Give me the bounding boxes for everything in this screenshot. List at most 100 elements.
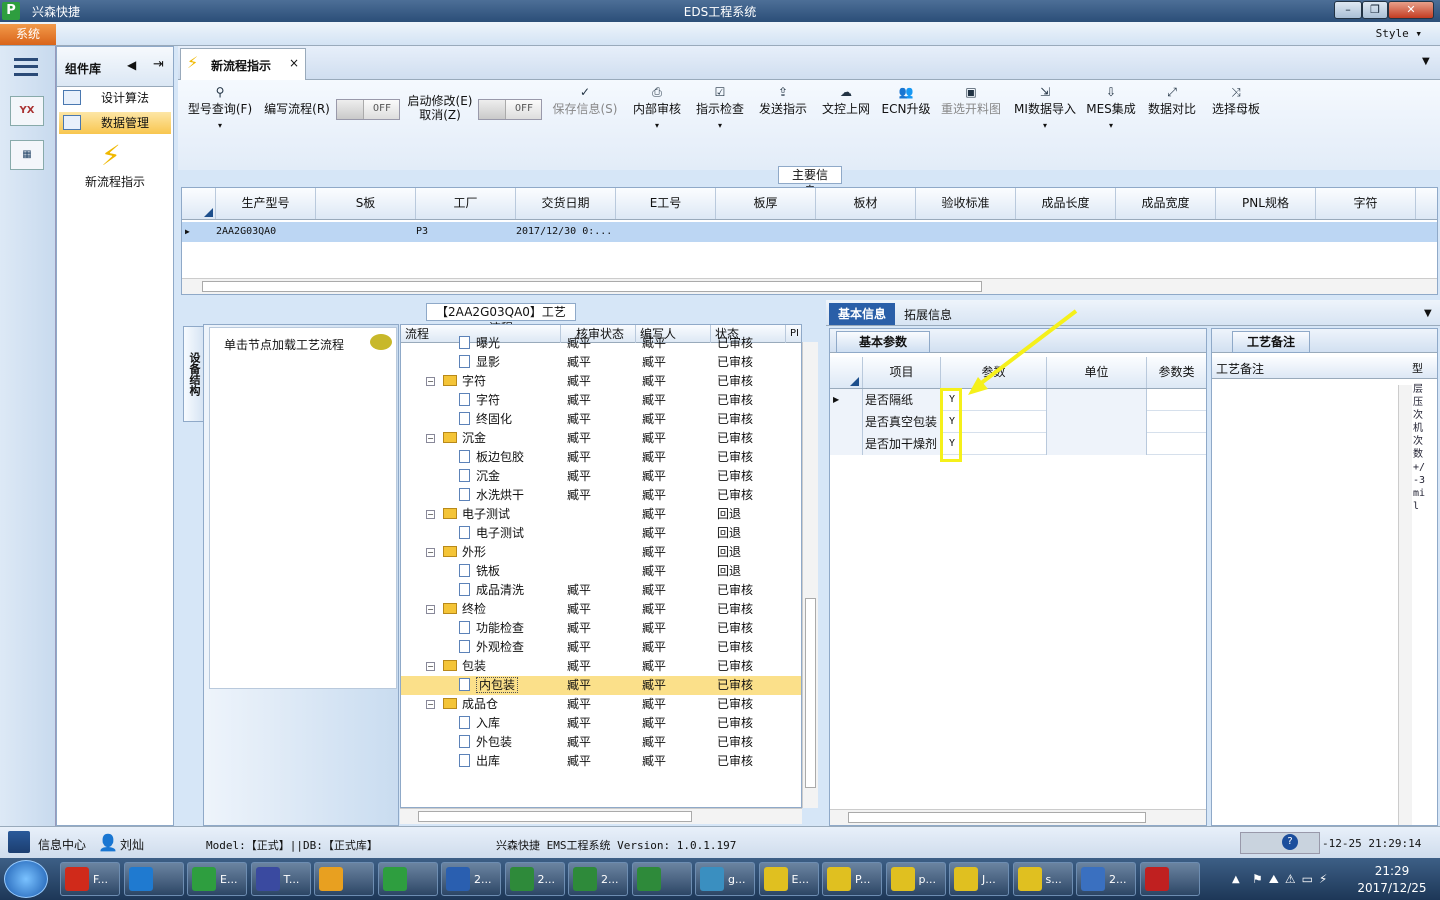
ecn-upgrade-button[interactable]: 👥 ECN升级 bbox=[880, 84, 932, 130]
tree-row[interactable]: 外包装 臧平 臧平 已审核 bbox=[401, 733, 801, 752]
notes-vertical-scrollbar[interactable] bbox=[1398, 385, 1412, 825]
tree-row[interactable]: 板边包胶 臧平 臧平 已审核 bbox=[401, 448, 801, 467]
param-row[interactable]: 是否真空包装 Y bbox=[830, 411, 1206, 433]
tree-row[interactable]: 字符 臧平 臧平 已审核 bbox=[401, 391, 801, 410]
start-button[interactable] bbox=[4, 860, 48, 898]
start-edit-button[interactable]: 启动修改(E) 取消(Z) bbox=[404, 94, 476, 140]
scroll-thumb[interactable] bbox=[848, 812, 1146, 823]
taskbar-item[interactable] bbox=[314, 862, 374, 896]
tree-row[interactable]: 铣板 臧平 回退 bbox=[401, 562, 801, 581]
tree-row[interactable]: 显影 臧平 臧平 已审核 bbox=[401, 353, 801, 372]
data-compare-button[interactable]: ⤢ 数据对比 bbox=[1144, 84, 1200, 130]
collapse-icon[interactable]: − bbox=[426, 605, 435, 614]
taskbar-item[interactable]: 2... bbox=[1076, 862, 1136, 896]
taskbar-item[interactable]: 2... bbox=[441, 862, 501, 896]
tree-row[interactable]: 曝光 臧平 臧平 已审核 bbox=[401, 334, 801, 353]
col-header[interactable]: E工号 bbox=[616, 188, 716, 219]
tray-expand-icon[interactable]: ▲ bbox=[1232, 874, 1240, 885]
col-header[interactable]: 工厂 bbox=[416, 188, 516, 219]
taskbar-item[interactable]: J... bbox=[949, 862, 1009, 896]
hamburger-menu-icon[interactable] bbox=[14, 58, 38, 76]
col-header[interactable]: 生产型号 bbox=[216, 188, 316, 219]
collapse-icon[interactable]: − bbox=[426, 548, 435, 557]
col-header[interactable]: 项目 bbox=[863, 357, 941, 388]
param-row[interactable]: 是否加干燥剂 Y bbox=[830, 433, 1206, 455]
scroll-thumb[interactable] bbox=[202, 281, 982, 292]
col-header[interactable]: 板材 bbox=[816, 188, 916, 219]
start-edit-toggle[interactable]: OFF bbox=[478, 99, 542, 120]
factory-icon[interactable]: YX bbox=[10, 96, 44, 126]
tree-row[interactable]: 沉金 臧平 臧平 已审核 bbox=[401, 467, 801, 486]
scroll-thumb[interactable] bbox=[418, 811, 692, 822]
subtab-basic-params[interactable]: 基本参数 bbox=[836, 331, 930, 353]
table-row[interactable]: ▶ 2AA2G03QA0 P3 2017/12/30 0:... bbox=[182, 222, 1437, 242]
write-flow-toggle[interactable]: OFF bbox=[336, 99, 400, 120]
pin-icon[interactable]: ⇥ bbox=[153, 57, 164, 72]
params-horizontal-scrollbar[interactable] bbox=[830, 809, 1206, 825]
tree-vertical-scrollbar[interactable] bbox=[802, 342, 818, 808]
taskbar-item[interactable]: T... bbox=[250, 862, 311, 896]
tree-row[interactable]: 字符 − 臧平 臧平 已审核 bbox=[401, 372, 801, 391]
side-tab-equipment[interactable]: 设备结构 bbox=[183, 326, 205, 422]
col-header[interactable]: 型 bbox=[1412, 360, 1423, 376]
mi-import-button[interactable]: ⇲ MI数据导入 ▾ bbox=[1012, 84, 1078, 130]
tree-row[interactable]: 电子测试 − 臧平 回退 bbox=[401, 505, 801, 524]
send-instruction-button[interactable]: ⇪ 发送指示 bbox=[756, 84, 810, 130]
taskbar-item[interactable]: p... bbox=[885, 862, 946, 896]
taskbar-item[interactable]: P... bbox=[822, 862, 882, 896]
col-header[interactable]: 成品长度 bbox=[1016, 188, 1116, 219]
comp-item-data-management[interactable]: 数据管理 bbox=[59, 112, 171, 134]
style-label[interactable]: Style ▾ bbox=[1376, 27, 1422, 40]
info-center-link[interactable]: 信息中心 bbox=[38, 836, 86, 853]
tab-basic-info[interactable]: 基本信息 bbox=[829, 303, 895, 325]
tab-close-icon[interactable]: × bbox=[289, 56, 299, 70]
close-button[interactable]: ✕ bbox=[1388, 1, 1434, 19]
mes-integration-button[interactable]: ⇩ MES集成 ▾ bbox=[1084, 84, 1138, 130]
col-header[interactable]: 工艺备注 bbox=[1216, 360, 1264, 377]
taskbar-item[interactable]: g... bbox=[695, 862, 755, 896]
comp-item-design-algorithm[interactable]: 设计算法 bbox=[59, 87, 171, 109]
tree-row[interactable]: 内包装 臧平 臧平 已审核 bbox=[401, 676, 801, 695]
collapse-icon[interactable]: − bbox=[426, 377, 435, 386]
tab-process-notes[interactable]: 工艺备注 bbox=[1232, 331, 1310, 353]
taskbar-item[interactable]: s... bbox=[1012, 862, 1073, 896]
write-flow-button[interactable]: 编写流程(R) bbox=[262, 100, 332, 146]
param-dropdown-icon[interactable]: ▼ bbox=[1424, 308, 1432, 319]
col-header[interactable]: 参数类 bbox=[1147, 357, 1206, 388]
new-flow-item[interactable]: 新流程指示 bbox=[57, 173, 173, 190]
col-header[interactable]: S板 bbox=[316, 188, 416, 219]
chevron-left-icon[interactable]: ◀ bbox=[127, 58, 136, 72]
tree-row[interactable]: 外形 − 臧平 回退 bbox=[401, 543, 801, 562]
doc-online-button[interactable]: ☁ 文控上网 bbox=[818, 84, 874, 130]
help-icon[interactable]: ? bbox=[1282, 834, 1298, 850]
tree-row[interactable]: 出库 臧平 臧平 已审核 bbox=[401, 752, 801, 771]
select-motherboard-button[interactable]: ⤨ 选择母板 bbox=[1208, 84, 1264, 130]
tree-horizontal-scrollbar[interactable] bbox=[400, 808, 802, 824]
system-menu-button[interactable]: 系统 bbox=[0, 24, 56, 45]
save-info-button[interactable]: ✓ 保存信息(S) bbox=[550, 84, 620, 130]
taskbar-item[interactable] bbox=[123, 862, 184, 896]
collapse-icon[interactable]: − bbox=[426, 662, 435, 671]
col-header[interactable]: 交货日期 bbox=[516, 188, 616, 219]
taskbar-item[interactable]: 2... bbox=[568, 862, 628, 896]
taskbar-item[interactable]: 2... bbox=[504, 862, 565, 896]
tree-row[interactable]: 入库 臧平 臧平 已审核 bbox=[401, 714, 801, 733]
col-header[interactable]: 验收标准 bbox=[916, 188, 1016, 219]
taskbar-item[interactable] bbox=[631, 862, 692, 896]
collapse-icon[interactable]: − bbox=[426, 700, 435, 709]
taskbar-item[interactable]: E... bbox=[187, 862, 247, 896]
horizontal-scrollbar[interactable] bbox=[182, 278, 1437, 294]
tray-icons[interactable]: ⚑⛰⚠▭⚡ bbox=[1252, 872, 1348, 890]
tree-row[interactable]: 成品清洗 臧平 臧平 已审核 bbox=[401, 581, 801, 600]
tree-row[interactable]: 包装 − 臧平 臧平 已审核 bbox=[401, 657, 801, 676]
minimize-button[interactable]: – bbox=[1334, 1, 1362, 19]
calculator-icon[interactable]: ▦ bbox=[10, 140, 44, 170]
scroll-thumb[interactable] bbox=[805, 598, 816, 788]
tree-row[interactable]: 沉金 − 臧平 臧平 已审核 bbox=[401, 429, 801, 448]
tree-row[interactable]: 成品仓 − 臧平 臧平 已审核 bbox=[401, 695, 801, 714]
taskbar-item[interactable] bbox=[1139, 862, 1200, 896]
model-query-button[interactable]: ⚲ 型号查询(F) ▾ bbox=[184, 84, 256, 130]
tree-row[interactable]: 外观检查 臧平 臧平 已审核 bbox=[401, 638, 801, 657]
col-header[interactable]: 字符 bbox=[1316, 188, 1416, 219]
tab-extended-info[interactable]: 拓展信息 bbox=[904, 306, 952, 323]
